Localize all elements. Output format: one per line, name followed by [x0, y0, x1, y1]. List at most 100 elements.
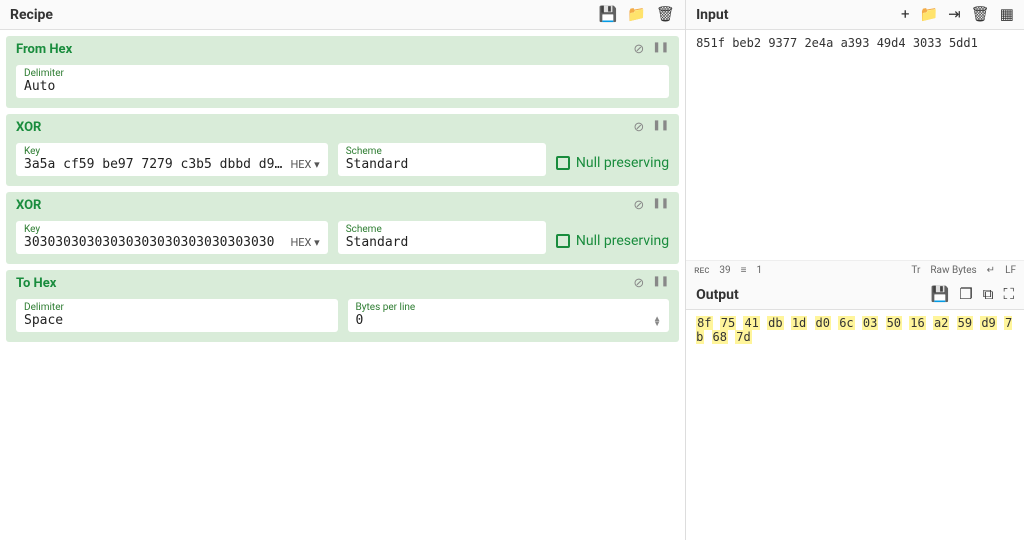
- output-byte: 41: [743, 316, 759, 330]
- recipe-pane: Recipe 💾 📁 🗑 From Hex⊘❚❚DelimiterAutoXOR…: [0, 0, 686, 540]
- output-byte: d0: [815, 316, 831, 330]
- input-length: 39: [719, 265, 730, 276]
- add-input-icon[interactable]: +: [901, 7, 910, 22]
- maximize-output-icon[interactable]: ⛶: [1003, 287, 1014, 302]
- recipe-header: Recipe 💾 📁 🗑: [0, 0, 685, 30]
- field-label: Key: [24, 224, 320, 235]
- hex-toggle[interactable]: HEX ▾: [290, 158, 319, 171]
- output-byte: 50: [886, 316, 902, 330]
- operation-body: DelimiterAuto: [6, 61, 679, 108]
- argument-field[interactable]: SchemeStandard: [338, 221, 546, 254]
- disable-operation-icon[interactable]: ⊘: [633, 42, 644, 57]
- breakpoint-icon[interactable]: ❚❚: [652, 276, 669, 291]
- breakpoint-icon[interactable]: ❚❚: [652, 198, 669, 213]
- operation-icons: ⊘ ❚❚: [633, 42, 669, 57]
- output-byte: 7d: [735, 330, 751, 344]
- field-label: Delimiter: [24, 68, 661, 79]
- output-byte: 68: [712, 330, 728, 344]
- field-value[interactable]: 30303030303030303030303030303030HEX ▾: [24, 235, 320, 250]
- hex-toggle[interactable]: HEX ▾: [290, 236, 319, 249]
- output-byte: 1d: [791, 316, 807, 330]
- operation[interactable]: XOR ⊘ ❚❚ Key3a5a cf59 be97 7279 c3b5 dbbd d…: [6, 114, 679, 186]
- field-label: Key: [24, 146, 320, 157]
- operation[interactable]: To Hex ⊘ ❚❚ DelimiterSpace Bytes per line0▲▼: [6, 270, 679, 342]
- copy-output-icon[interactable]: ❐: [959, 287, 972, 302]
- operation-header: XOR ⊘ ❚❚: [6, 192, 679, 217]
- operation-body: Key3a5a cf59 be97 7279 c3b5 dbbd d978…HE…: [6, 139, 679, 186]
- operation[interactable]: XOR ⊘ ❚❚ Key3030303030303030303030303030303…: [6, 192, 679, 264]
- operation-name: From Hex: [16, 42, 72, 57]
- raw-bytes-toggle[interactable]: Raw Bytes: [930, 265, 976, 276]
- field-label: Bytes per line: [356, 302, 662, 313]
- disable-operation-icon[interactable]: ⊘: [633, 198, 644, 213]
- input-lines: 1: [756, 265, 762, 276]
- output-byte: 75: [720, 316, 736, 330]
- clear-input-icon[interactable]: 🗑: [971, 7, 990, 22]
- field-value[interactable]: Space: [24, 313, 330, 328]
- field-value[interactable]: Standard: [346, 235, 538, 250]
- null-preserving-checkbox[interactable]: Null preserving: [556, 221, 669, 254]
- recipe-body[interactable]: From Hex⊘❚❚DelimiterAutoXOR⊘❚❚Key3a5a cf…: [0, 30, 685, 540]
- eol-arrow-icon: ↵: [987, 265, 995, 276]
- operation-icons: ⊘ ❚❚: [633, 120, 669, 135]
- clear-recipe-icon[interactable]: 🗑: [656, 7, 675, 22]
- operation-body: Key30303030303030303030303030303030HEX ▾…: [6, 217, 679, 264]
- load-recipe-icon[interactable]: 📁: [627, 7, 646, 22]
- rec-indicator: ʀᴇᴄ: [694, 265, 709, 276]
- recipe-header-icons: 💾 📁 🗑: [599, 7, 675, 22]
- argument-field[interactable]: Bytes per line0▲▼: [348, 299, 670, 332]
- output-byte: d9: [980, 316, 996, 330]
- checkbox-box[interactable]: [556, 156, 570, 170]
- output-title: Output: [696, 287, 739, 303]
- argument-field[interactable]: SchemeStandard: [338, 143, 546, 176]
- operation-header: XOR ⊘ ❚❚: [6, 114, 679, 139]
- checkbox-label: Null preserving: [576, 233, 669, 249]
- field-value[interactable]: Auto: [24, 79, 661, 94]
- field-value[interactable]: 3a5a cf59 be97 7279 c3b5 dbbd d978…HEX ▾: [24, 157, 320, 172]
- field-label: Scheme: [346, 146, 538, 157]
- field-value[interactable]: 0▲▼: [356, 313, 662, 328]
- breakpoint-icon[interactable]: ❚❚: [652, 42, 669, 57]
- output-textarea[interactable]: 8f 75 41 db 1d d0 6c 03 50 16 a2 59 d9 7…: [686, 310, 1024, 540]
- operation-body: DelimiterSpace Bytes per line0▲▼: [6, 295, 679, 342]
- field-value[interactable]: Standard: [346, 157, 538, 172]
- output-byte: 8f: [696, 316, 712, 330]
- replace-input-icon[interactable]: ⧉: [983, 287, 994, 302]
- operation-icons: ⊘ ❚❚: [633, 276, 669, 291]
- breakpoint-icon[interactable]: ❚❚: [652, 120, 669, 135]
- output-header: Output 💾 ❐ ⧉ ⛶: [686, 280, 1024, 310]
- save-recipe-icon[interactable]: 💾: [599, 7, 618, 22]
- open-file-icon[interactable]: 📁: [919, 7, 938, 22]
- save-output-icon[interactable]: 💾: [931, 287, 950, 302]
- number-stepper[interactable]: ▲▼: [653, 316, 661, 326]
- input-title: Input: [696, 7, 728, 23]
- argument-field[interactable]: Key30303030303030303030303030303030HEX ▾: [16, 221, 328, 254]
- checkbox-box[interactable]: [556, 234, 570, 248]
- input-textarea[interactable]: 851f beb2 9377 2e4a a393 49d4 3033 5dd1: [686, 30, 1024, 260]
- output-byte: db: [767, 316, 783, 330]
- output-header-icons: 💾 ❐ ⧉ ⛶: [931, 287, 1014, 302]
- operation-header: From Hex ⊘ ❚❚: [6, 36, 679, 61]
- tr-toggle[interactable]: Tr: [911, 265, 920, 276]
- disable-operation-icon[interactable]: ⊘: [633, 276, 644, 291]
- import-input-icon[interactable]: ⇥: [948, 7, 961, 22]
- argument-field[interactable]: DelimiterSpace: [16, 299, 338, 332]
- input-header-icons: + 📁 ⇥ 🗑 ▦: [901, 7, 1014, 22]
- eol-mode[interactable]: LF: [1005, 265, 1016, 276]
- argument-field[interactable]: Key3a5a cf59 be97 7279 c3b5 dbbd d978…HE…: [16, 143, 328, 176]
- operation-name: XOR: [16, 120, 41, 135]
- null-preserving-checkbox[interactable]: Null preserving: [556, 143, 669, 176]
- operation-name: XOR: [16, 198, 41, 213]
- argument-field[interactable]: DelimiterAuto: [16, 65, 669, 98]
- input-header: Input + 📁 ⇥ 🗑 ▦: [686, 0, 1024, 30]
- reset-layout-icon[interactable]: ▦: [1000, 7, 1014, 22]
- operation[interactable]: From Hex ⊘ ❚❚ DelimiterAuto: [6, 36, 679, 108]
- input-status-bar: ʀᴇᴄ 39 ≡ 1 Tr Raw Bytes ↵ LF: [686, 260, 1024, 280]
- io-pane: Input + 📁 ⇥ 🗑 ▦ 851f beb2 9377 2e4a a393…: [686, 0, 1024, 540]
- output-byte: 59: [957, 316, 973, 330]
- operation-name: To Hex: [16, 276, 56, 291]
- output-line: 8f 75 41 db 1d d0 6c 03 50 16 a2 59 d9 7…: [696, 316, 1014, 344]
- field-label: Delimiter: [24, 302, 330, 313]
- operation-header: To Hex ⊘ ❚❚: [6, 270, 679, 295]
- disable-operation-icon[interactable]: ⊘: [633, 120, 644, 135]
